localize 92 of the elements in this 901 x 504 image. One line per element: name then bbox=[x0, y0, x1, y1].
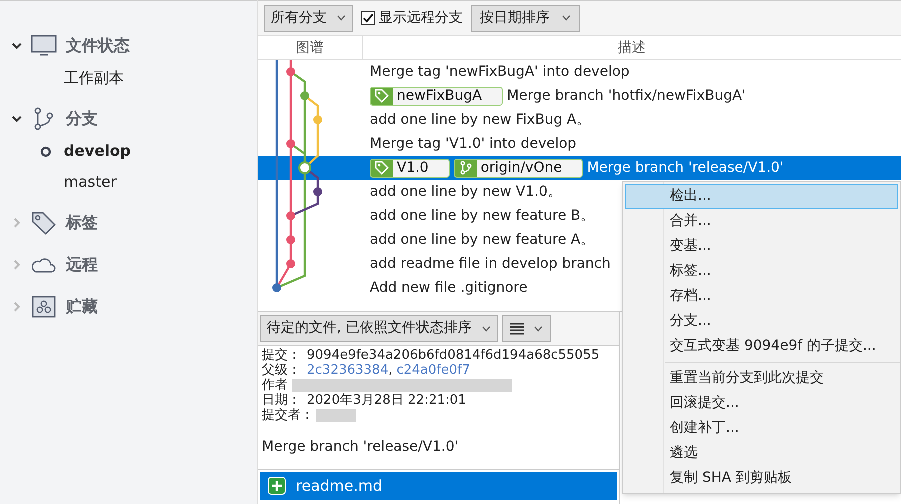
commit-date: 2020年3月28日 22:21:01 bbox=[307, 393, 466, 408]
monitor-icon bbox=[31, 35, 57, 57]
checkmark-icon bbox=[362, 12, 374, 24]
item-label: develop bbox=[64, 141, 132, 162]
field-label: 提交者： bbox=[262, 408, 314, 423]
menu-item[interactable]: 复制 SHA 到剪贴板 bbox=[625, 466, 898, 491]
commit-message: Merge tag 'newFixBugA' into develop bbox=[370, 62, 630, 82]
sidebar-item[interactable]: develop bbox=[0, 136, 257, 167]
field-label: 日期： bbox=[262, 393, 301, 408]
menu-item[interactable]: 交互式变基 9094e9f 的子提交... bbox=[625, 334, 898, 359]
checkbox-label: 显示远程分支 bbox=[379, 8, 463, 28]
commit-row[interactable]: V1.0 origin/vOne Merge branch 'release/V1.0' bbox=[258, 156, 901, 180]
branch-icon bbox=[460, 161, 472, 175]
added-file-icon bbox=[268, 477, 286, 495]
commit-message: Merge tag 'V1.0' into develop bbox=[370, 134, 577, 154]
commit-row[interactable]: add one line by new FixBug A。 bbox=[258, 108, 901, 132]
menu-item[interactable]: 存档... bbox=[625, 284, 898, 309]
sidebar-section[interactable]: 贮藏 bbox=[0, 290, 257, 324]
separator-comma: , bbox=[388, 363, 393, 378]
column-header[interactable]: 图谱 bbox=[258, 36, 363, 59]
menu-item[interactable]: 重置当前分支到此次提交 bbox=[625, 366, 898, 391]
sidebar-item[interactable]: 工作副本 bbox=[0, 63, 257, 94]
parent-link[interactable]: 2c32363384 bbox=[307, 363, 389, 378]
section-title: 标签 bbox=[66, 212, 98, 234]
commit-dot bbox=[286, 236, 296, 244]
caret-icon bbox=[337, 15, 346, 21]
section-title: 分支 bbox=[66, 108, 98, 130]
caret-icon bbox=[482, 326, 491, 332]
commit-hash: 9094e9fe34a206b6fd0814f6d194a68c55055 bbox=[307, 348, 600, 363]
commit-row[interactable]: Merge tag 'newFixBugA' into develop bbox=[258, 60, 901, 84]
caret-icon bbox=[534, 326, 543, 332]
column-header[interactable]: 描述 bbox=[363, 36, 901, 59]
file-name: readme.md bbox=[296, 476, 383, 497]
ref-name: origin/vOne bbox=[480, 161, 564, 175]
show-remote-checkbox[interactable]: 显示远程分支 bbox=[361, 8, 463, 28]
ref-name: newFixBugA bbox=[396, 89, 484, 103]
commit-dot bbox=[298, 162, 312, 174]
parent-link[interactable]: c24a0fe0f7 bbox=[396, 363, 470, 378]
cloud-icon bbox=[32, 257, 56, 273]
file-sort-dropdown[interactable]: 待定的文件, 已依照文件状态排序 bbox=[260, 315, 498, 342]
menu-item[interactable]: 检出... bbox=[625, 184, 898, 209]
menu-item[interactable]: 遴选 bbox=[625, 441, 898, 466]
branch-filter-dropdown[interactable]: 所有分支 bbox=[264, 4, 353, 32]
field-label: 提交： bbox=[262, 348, 301, 363]
commit-dot bbox=[286, 260, 296, 268]
item-label: master bbox=[64, 172, 117, 194]
commit-message: Merge branch 'release/V1.0' bbox=[587, 158, 784, 178]
commit-dot bbox=[272, 284, 282, 292]
item-label: 工作副本 bbox=[64, 68, 124, 90]
section-title: 贮藏 bbox=[66, 296, 98, 318]
sidebar-section[interactable]: 远程 bbox=[0, 248, 257, 282]
branch-icon bbox=[33, 107, 55, 131]
view-mode-dropdown[interactable] bbox=[502, 315, 551, 342]
commit-dot bbox=[286, 212, 296, 220]
file-row[interactable]: readme.md bbox=[260, 472, 617, 500]
commit-dot bbox=[286, 68, 296, 76]
tag-icon bbox=[375, 161, 389, 175]
sort-dropdown[interactable]: 按日期排序 bbox=[471, 4, 580, 32]
field-label: 父级： bbox=[262, 363, 301, 378]
commit-row[interactable]: Merge tag 'V1.0' into develop bbox=[258, 132, 901, 156]
commit-message: Merge branch 'hotfix/newFixBugA' bbox=[507, 86, 746, 106]
menu-item[interactable]: 分支... bbox=[625, 309, 898, 334]
sidebar-section[interactable]: 文件状态 bbox=[0, 29, 257, 63]
current-branch-icon bbox=[40, 146, 52, 158]
menu-item[interactable]: 创建补丁... bbox=[625, 416, 898, 441]
chevron-down-icon[interactable] bbox=[12, 41, 22, 51]
ref-name: V1.0 bbox=[396, 161, 430, 175]
section-title: 文件状态 bbox=[66, 35, 130, 57]
chevron-down-icon[interactable] bbox=[12, 114, 22, 124]
menu-item[interactable]: 合并... bbox=[625, 209, 898, 234]
menu-item[interactable]: 标签... bbox=[625, 259, 898, 284]
list-icon bbox=[510, 322, 524, 334]
commit-dot bbox=[314, 116, 322, 124]
stash-icon bbox=[32, 296, 56, 318]
redacted-block bbox=[316, 409, 356, 422]
checkbox[interactable] bbox=[361, 11, 375, 25]
tag-icon bbox=[31, 211, 57, 235]
commit-dot bbox=[300, 92, 310, 100]
commit-dot bbox=[286, 140, 296, 148]
sidebar-section[interactable]: 标签 bbox=[0, 206, 257, 240]
menu-item[interactable]: 变基... bbox=[625, 234, 898, 259]
caret-icon bbox=[562, 15, 571, 21]
section-title: 远程 bbox=[66, 254, 98, 276]
field-label: 作者 bbox=[262, 378, 288, 393]
sidebar-section[interactable]: 分支 bbox=[0, 102, 257, 136]
commit-row[interactable]: newFixBugA Merge branch 'hotfix/newFixBugA' bbox=[258, 84, 901, 108]
sidebar-item[interactable]: master bbox=[0, 167, 257, 198]
commit-message: add one line by new FixBug A。 bbox=[370, 110, 591, 130]
tag-icon bbox=[375, 89, 389, 103]
commit-message: Merge branch 'release/V1.0' bbox=[262, 440, 460, 455]
menu-item[interactable]: 回滚提交... bbox=[625, 391, 898, 416]
commit-dot bbox=[314, 188, 322, 196]
